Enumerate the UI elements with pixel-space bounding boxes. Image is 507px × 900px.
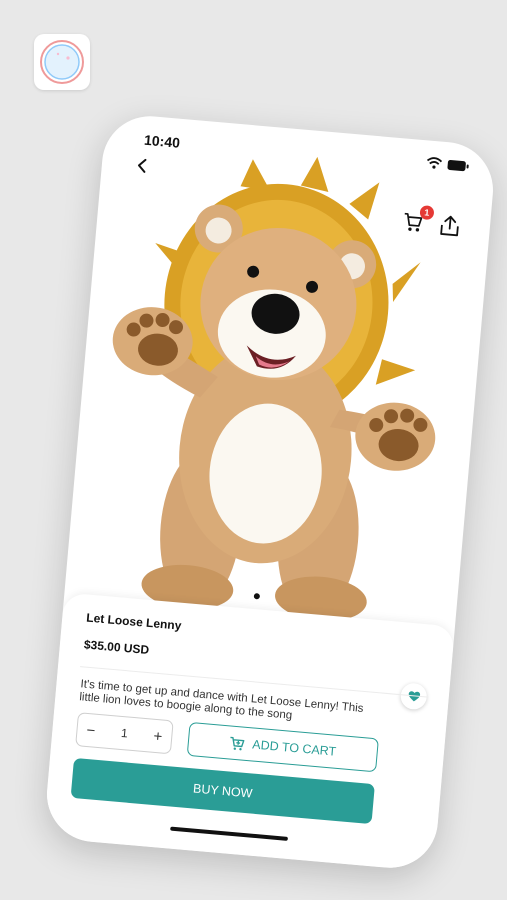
phone-frame: 10:40 1 Let Loose Lenny $35.00 USD It's …: [43, 112, 497, 872]
back-icon: [137, 158, 147, 173]
share-button[interactable]: [439, 214, 465, 242]
increment-button[interactable]: +: [153, 727, 163, 745]
home-indicator: [170, 826, 289, 841]
add-to-cart-button[interactable]: ADD TO CART: [186, 721, 379, 773]
decrement-button[interactable]: −: [86, 721, 96, 739]
app-logo: [34, 34, 90, 90]
cart-button[interactable]: 1: [401, 205, 435, 239]
product-details-sheet: Let Loose Lenny $35.00 USD It's time to …: [43, 592, 455, 872]
buy-now-label: BUY NOW: [192, 781, 254, 801]
product-price: $35.00 USD: [83, 637, 150, 658]
back-button[interactable]: [129, 153, 155, 179]
add-to-cart-icon: [230, 736, 245, 750]
add-to-cart-label: ADD TO CART: [251, 737, 337, 759]
share-icon: [440, 215, 459, 237]
quantity-value: 1: [120, 725, 129, 741]
product-title: Let Loose Lenny: [85, 610, 182, 633]
quantity-stepper: − 1 +: [75, 712, 174, 755]
